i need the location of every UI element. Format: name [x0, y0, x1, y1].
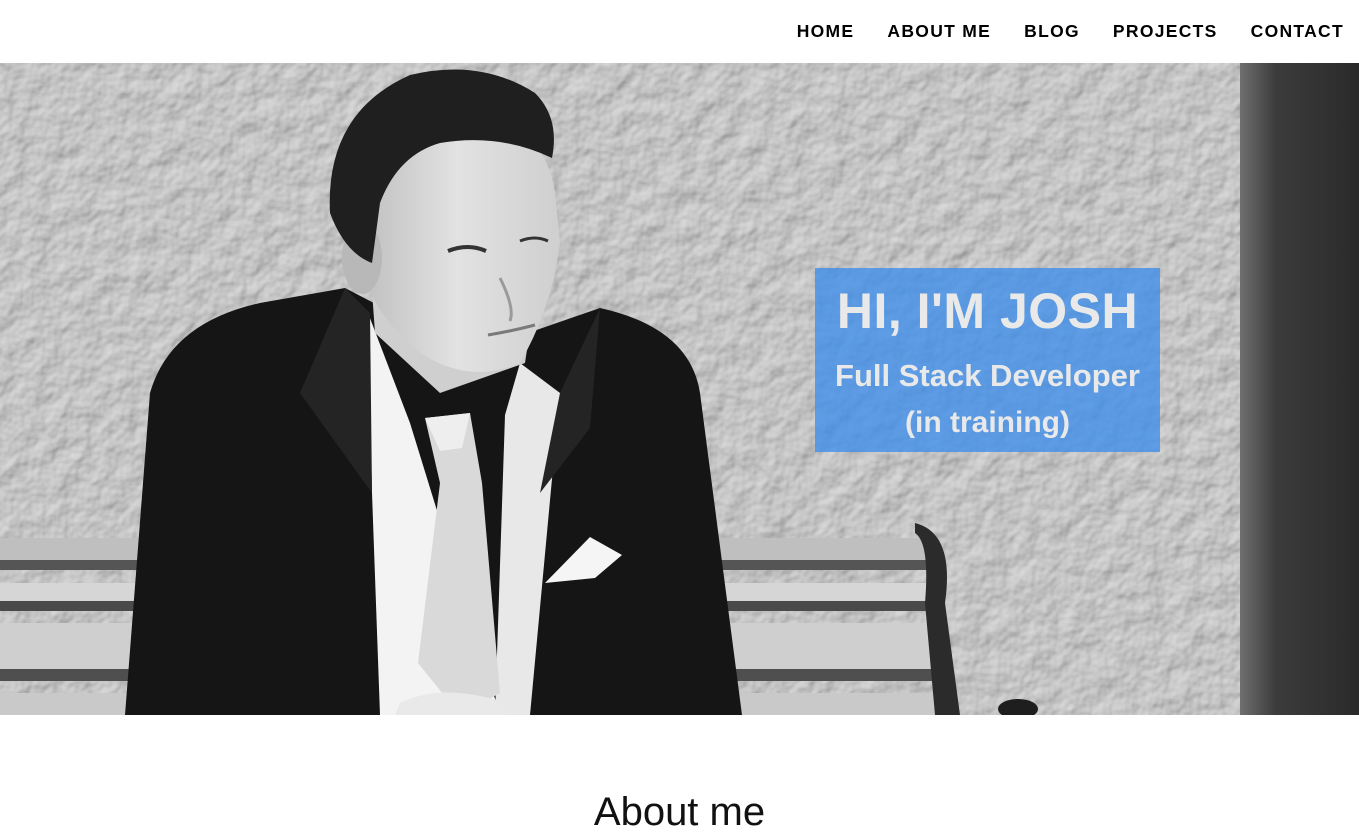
- nav-link-home[interactable]: HOME: [797, 21, 855, 41]
- nav-link-contact[interactable]: CONTACT: [1251, 21, 1344, 41]
- nav-item-home: HOME: [797, 21, 855, 42]
- nav-item-about: ABOUT ME: [887, 21, 991, 42]
- about-heading: About me: [593, 790, 766, 834]
- pillar-shadow: [1240, 63, 1359, 715]
- top-navbar: HOME ABOUT ME BLOG PROJECTS CONTACT: [0, 0, 1359, 63]
- hero-subtitle-note: (in training): [905, 406, 1070, 439]
- nav-item-projects: PROJECTS: [1113, 21, 1218, 42]
- hero-subtitle: Full Stack Developer: [835, 358, 1140, 393]
- nav-item-contact: CONTACT: [1251, 21, 1344, 42]
- intro-overlay: HI, I'M JOSH Full Stack Developer (in tr…: [815, 268, 1160, 452]
- nav-item-blog: BLOG: [1024, 21, 1080, 42]
- nav-link-blog[interactable]: BLOG: [1024, 21, 1080, 41]
- nav-link-about-me[interactable]: ABOUT ME: [887, 21, 991, 41]
- nav-menu: HOME ABOUT ME BLOG PROJECTS CONTACT: [797, 0, 1344, 63]
- nav-link-projects[interactable]: PROJECTS: [1113, 21, 1218, 41]
- hero-section: HI, I'M JOSH Full Stack Developer (in tr…: [0, 63, 1359, 715]
- hero-title: HI, I'M JOSH: [836, 283, 1139, 339]
